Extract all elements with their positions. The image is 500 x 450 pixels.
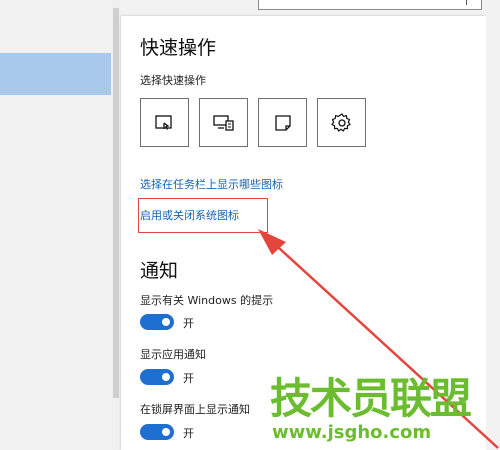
watermark-url: www.jsgho.com [272,422,432,443]
site-watermark: 技术员联盟 www.jsgho.com [270,374,472,444]
watermark-logo-text: 技术员联盟 [270,374,472,423]
